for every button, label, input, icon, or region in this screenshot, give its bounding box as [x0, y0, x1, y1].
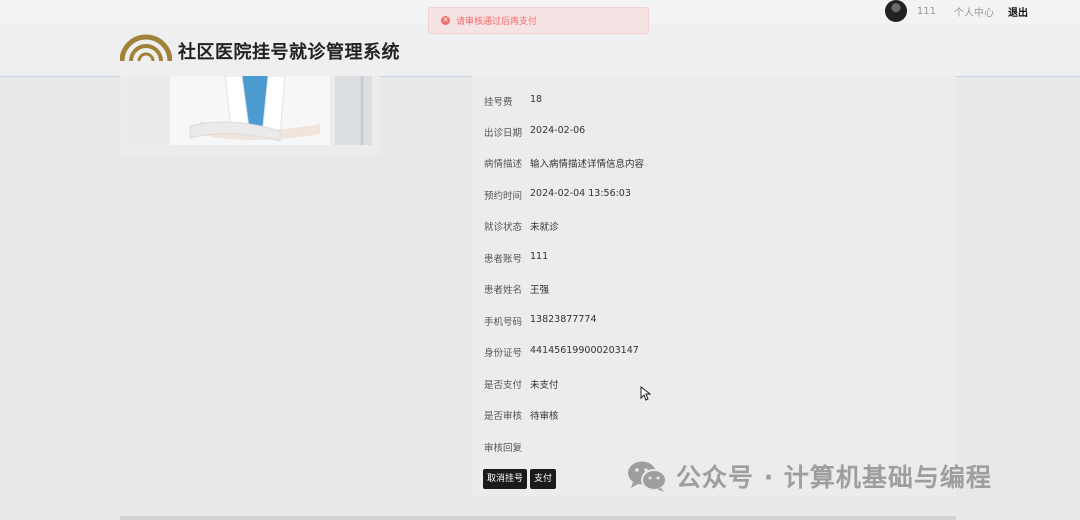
cancel-appointment-button[interactable]: 取消挂号	[483, 469, 528, 489]
wechat-icon	[628, 461, 667, 492]
detail-row-paid: 是否支付 未支付	[484, 377, 559, 391]
detail-row-patient-account: 患者账号 111	[484, 251, 548, 265]
detail-row-review-reply: 审核回复	[484, 440, 530, 454]
detail-label: 病情描述	[484, 159, 523, 170]
toast-message: 请审核通过后再支付	[456, 17, 538, 27]
pay-button[interactable]: 支付	[530, 469, 557, 489]
profile-link[interactable]: 个人中心	[954, 4, 994, 19]
detail-row-phone: 手机号码 13823877774	[484, 314, 597, 328]
detail-value: 王强	[530, 285, 550, 296]
detail-row-patient-name: 患者姓名 王强	[484, 282, 549, 296]
detail-value: 未支付	[530, 380, 559, 391]
doctor-photo	[130, 76, 372, 145]
detail-value: 待审核	[530, 411, 559, 422]
detail-row-fee: 挂号费 18	[484, 94, 542, 108]
detail-label: 就诊状态	[484, 222, 523, 233]
bottom-divider	[120, 516, 956, 520]
detail-value: 2024-02-04 13:56:03	[530, 188, 631, 199]
detail-value: 2024-02-06	[530, 125, 586, 136]
avatar[interactable]	[884, 0, 907, 22]
detail-row-id-number: 身份证号 441456199000203147	[484, 345, 639, 359]
appointment-detail-card: 挂号费 18 出诊日期 2024-02-06 病情描述 输入病情描述详情信息内容…	[472, 76, 956, 496]
detail-row-date: 出诊日期 2024-02-06	[484, 125, 585, 139]
detail-label: 预约时间	[484, 191, 523, 202]
detail-value: 111	[530, 251, 549, 262]
detail-value: 未就诊	[530, 222, 559, 233]
user-area: 111 个人中心 退出	[884, 0, 1028, 22]
detail-label: 是否支付	[484, 380, 523, 391]
detail-label: 手机号码	[484, 317, 523, 328]
logo-icon	[120, 34, 172, 62]
detail-label: 患者姓名	[484, 285, 523, 296]
detail-label: 出诊日期	[484, 128, 523, 139]
error-toast: ✕ 请审核通过后再支付	[428, 7, 649, 34]
detail-row-appointment-time: 预约时间 2024-02-04 13:56:03	[484, 188, 631, 202]
detail-value: 441456199000203147	[530, 345, 639, 356]
site-title: 社区医院挂号就诊管理系统	[178, 42, 400, 63]
detail-label: 患者账号	[484, 254, 523, 265]
detail-value: 18	[530, 94, 543, 105]
watermark: 公众号 · 计算机基础与编程	[626, 458, 992, 494]
logout-link[interactable]: 退出	[1008, 4, 1028, 19]
watermark-text: 公众号 · 计算机基础与编程	[676, 463, 992, 492]
detail-row-description: 病情描述 输入病情描述详情信息内容	[484, 156, 644, 170]
detail-value: 13823877774	[530, 314, 597, 325]
detail-value: 输入病情描述详情信息内容	[530, 159, 645, 170]
detail-label: 身份证号	[484, 348, 523, 359]
detail-label: 挂号费	[484, 97, 513, 108]
detail-row-visit-status: 就诊状态 未就诊	[484, 219, 559, 233]
mouse-cursor-icon	[640, 386, 651, 401]
user-name: 111	[916, 5, 936, 17]
doctor-photo-card	[120, 76, 380, 155]
detail-label: 审核回复	[484, 443, 523, 454]
detail-row-reviewed: 是否审核 待审核	[484, 408, 559, 422]
error-circle-icon: ✕	[441, 16, 450, 25]
detail-label: 是否审核	[484, 411, 523, 422]
